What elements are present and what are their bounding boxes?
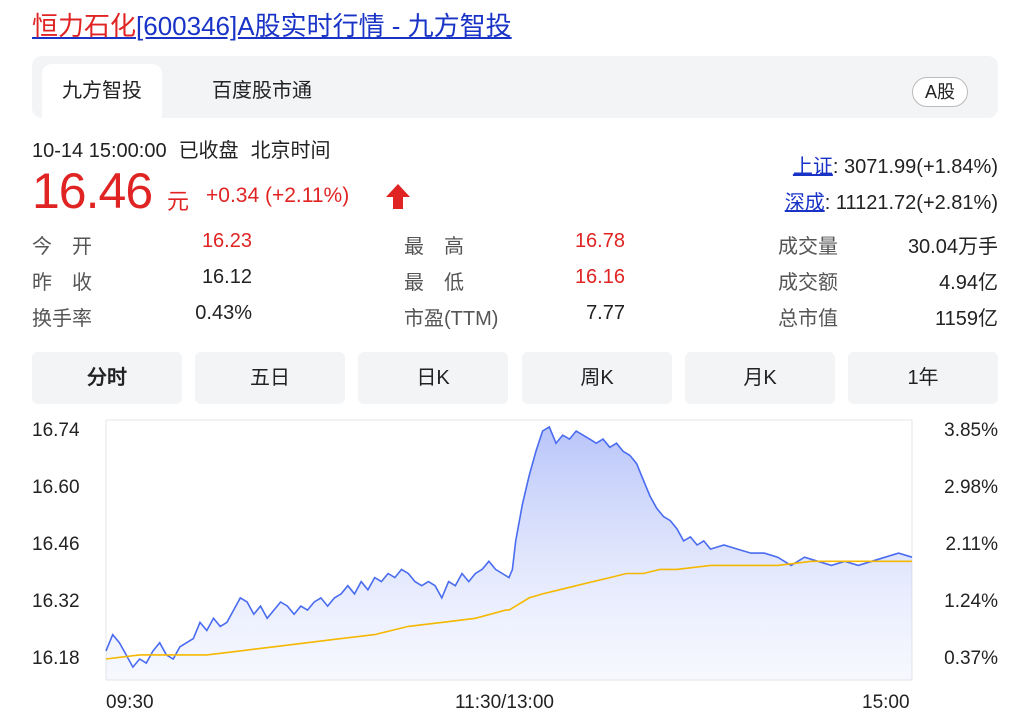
intraday-chart[interactable] [0, 0, 1024, 722]
price-area [106, 426, 912, 680]
